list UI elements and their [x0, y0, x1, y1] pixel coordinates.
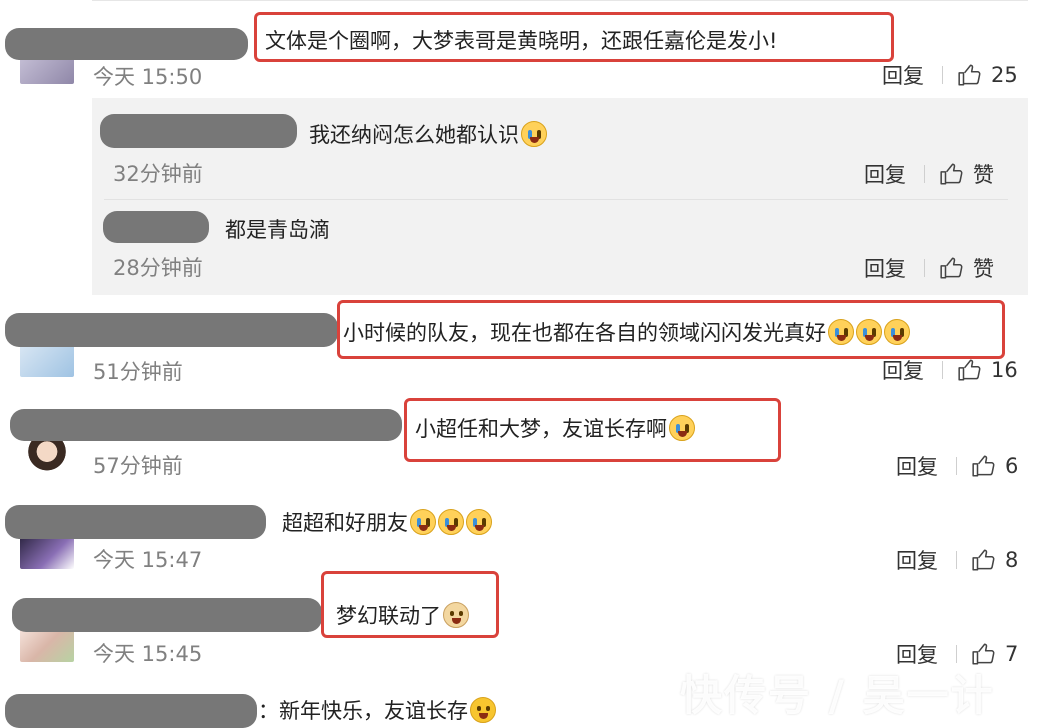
like-count: 6	[1005, 454, 1019, 478]
divider	[942, 361, 943, 379]
avatar[interactable]	[20, 438, 74, 472]
username-redacted[interactable]	[100, 114, 297, 148]
reply-button[interactable]: 回复	[882, 60, 924, 90]
reply-button[interactable]: 回复	[896, 545, 938, 575]
reply-button[interactable]: 回复	[864, 253, 906, 283]
thumbs-up-icon[interactable]	[971, 453, 997, 479]
thumbs-up-icon[interactable]	[939, 161, 965, 187]
highlight-box	[337, 300, 1005, 359]
sweat-face-icon	[470, 697, 496, 723]
comment-time: 51分钟前	[93, 360, 183, 384]
comment-actions: 回复 8	[896, 545, 1018, 575]
divider	[956, 551, 957, 569]
highlight-box	[321, 571, 499, 638]
username-redacted[interactable]	[103, 211, 209, 243]
comment-actions: 回复 25	[882, 60, 1018, 90]
tear-face-icon	[521, 121, 547, 147]
highlight-box	[254, 12, 894, 62]
reply-button[interactable]: 回复	[864, 159, 906, 189]
watermark: 快传号 / 吴一计	[680, 671, 995, 720]
comment-text: 超超和好朋友	[282, 508, 492, 538]
like-button-label[interactable]: 赞	[973, 159, 994, 189]
crying-face-icon	[410, 509, 436, 535]
reply-divider	[104, 199, 1008, 200]
reply-button[interactable]: 回复	[896, 451, 938, 481]
reply-actions: 回复 赞	[864, 253, 994, 283]
username-redacted[interactable]	[5, 313, 338, 347]
divider	[924, 165, 925, 183]
avatar[interactable]	[20, 345, 74, 377]
top-divider	[92, 0, 1028, 1]
highlight-box	[404, 398, 781, 462]
like-count: 7	[1005, 642, 1019, 666]
comment-actions: 回复 6	[896, 451, 1018, 481]
avatar[interactable]	[20, 628, 74, 662]
like-button-label[interactable]: 赞	[973, 253, 994, 283]
username-redacted[interactable]	[5, 505, 266, 539]
divider	[942, 66, 943, 84]
reply-time: 32分钟前	[113, 162, 203, 186]
username-redacted[interactable]	[5, 694, 257, 728]
username-redacted[interactable]	[10, 409, 402, 441]
thumbs-up-icon[interactable]	[957, 357, 983, 383]
comment-actions: 回复 16	[882, 355, 1018, 385]
comment-time: 今天 15:45	[93, 642, 203, 666]
like-count: 8	[1005, 548, 1019, 572]
crying-face-icon	[466, 509, 492, 535]
divider	[924, 259, 925, 277]
comment-time: 今天 15:47	[93, 548, 203, 572]
comment-time: 57分钟前	[93, 454, 183, 478]
crying-face-icon	[438, 509, 464, 535]
username-redacted[interactable]	[5, 28, 248, 60]
reply-text: 都是青岛滴	[225, 218, 330, 242]
reply-text: 我还纳闷怎么她都认识	[309, 120, 547, 150]
thumbs-up-icon[interactable]	[971, 547, 997, 573]
comment-time: 今天 15:50	[93, 65, 203, 89]
thumbs-up-icon[interactable]	[957, 62, 983, 88]
comment-text: ：新年快乐，友谊长存	[258, 696, 496, 726]
username-redacted[interactable]	[12, 598, 322, 632]
reply-time: 28分钟前	[113, 256, 203, 280]
divider	[956, 457, 957, 475]
reply-button[interactable]: 回复	[882, 355, 924, 385]
like-count: 16	[991, 358, 1018, 382]
avatar[interactable]	[20, 535, 74, 569]
thumbs-up-icon[interactable]	[939, 255, 965, 281]
reply-actions: 回复 赞	[864, 159, 994, 189]
divider	[956, 645, 957, 663]
like-count: 25	[991, 63, 1018, 87]
